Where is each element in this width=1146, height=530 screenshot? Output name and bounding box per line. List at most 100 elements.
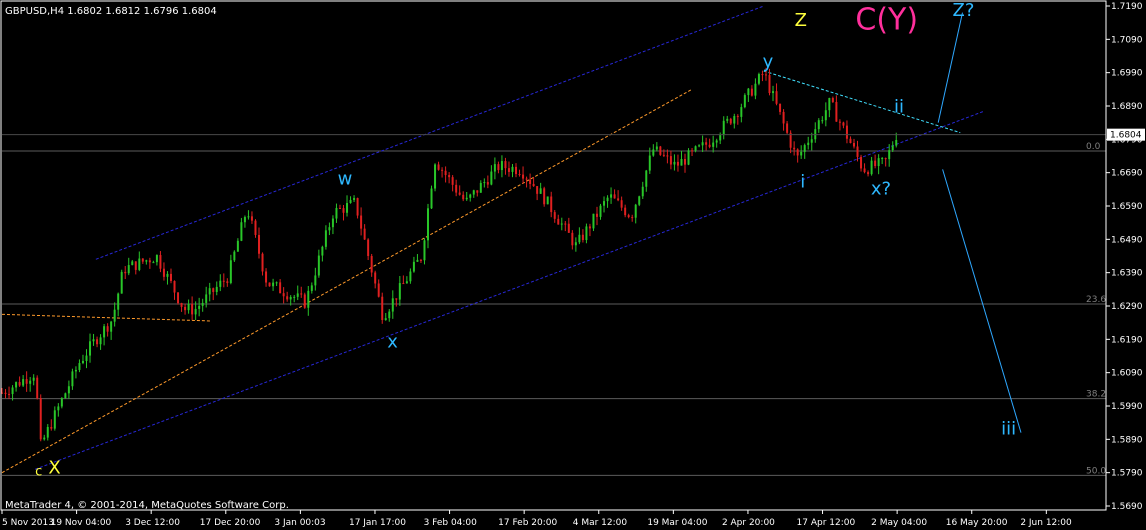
price-chart[interactable]: 0.0 23.6 38.2 50.0 C(Y) Z Z? y ii w i x? x iii Xc 1.7…: [0, 0, 1146, 530]
fib-level-label: 50.0: [1086, 466, 1106, 476]
candle-body: [106, 326, 109, 332]
candle-body: [444, 170, 447, 176]
fib-level-label: 38.2: [1086, 390, 1106, 400]
candle-body: [782, 111, 785, 124]
candle-body: [314, 275, 317, 286]
wave-label: Z?: [953, 0, 975, 21]
candle-body: [772, 91, 775, 94]
candle-body: [338, 207, 341, 209]
candle-body: [719, 135, 722, 141]
candle-body: [451, 177, 454, 185]
candle-body: [159, 255, 162, 269]
candle-body: [757, 74, 760, 84]
candle-body: [409, 271, 412, 282]
candle-body: [603, 201, 606, 206]
candle-body: [317, 255, 320, 276]
candle-body: [81, 360, 84, 364]
candle-body: [15, 382, 18, 388]
candle-body: [793, 147, 796, 150]
candle-body: [842, 122, 845, 126]
candle-body: [448, 175, 451, 178]
candle-body: [796, 149, 799, 156]
price-tick-label: 1.6090: [1111, 369, 1143, 379]
candle-body: [729, 118, 732, 124]
candle-body: [367, 239, 370, 256]
wave-label: iii: [1001, 418, 1016, 439]
candle-body: [655, 146, 658, 150]
candle-body: [402, 283, 405, 285]
time-tick-label: 3 Jan 00:03: [274, 518, 325, 528]
candle-body: [222, 280, 225, 282]
candle-body: [705, 142, 708, 145]
candle-body: [124, 271, 127, 274]
price-tick-label: 1.6290: [1111, 302, 1143, 312]
candle-body: [194, 308, 197, 315]
candle-body: [500, 161, 503, 171]
candle-body: [458, 192, 461, 195]
price-tick-label: 1.5690: [1111, 502, 1143, 512]
candle-body: [867, 172, 870, 175]
candle-body: [750, 88, 753, 96]
time-tick-label: 3 Feb 04:00: [424, 518, 478, 528]
candle-body: [606, 197, 609, 202]
time-tick-label: 4 Mar 12:00: [573, 518, 628, 528]
candle-body: [507, 168, 510, 172]
candle-body: [581, 234, 584, 241]
candle-body: [377, 283, 380, 297]
candle-body: [310, 285, 313, 291]
candle-body: [370, 255, 373, 273]
candle-body: [490, 171, 493, 185]
candle-body: [881, 158, 884, 160]
wave-label: X: [48, 457, 60, 478]
candle-body: [39, 398, 42, 440]
candle-body: [99, 337, 102, 345]
price-tick-label: 1.5790: [1111, 469, 1143, 479]
candle-body: [437, 164, 440, 170]
candle-body: [388, 311, 391, 319]
candle-body: [469, 194, 472, 198]
candle-body: [455, 184, 458, 193]
candle-body: [293, 296, 296, 298]
candle-body: [845, 125, 848, 139]
candle-body: [768, 74, 771, 94]
candle-body: [191, 303, 194, 315]
candle-body: [659, 146, 662, 155]
candle-body: [884, 158, 887, 160]
candle-body: [462, 194, 465, 200]
candle-body: [22, 379, 25, 386]
candle-body: [856, 146, 859, 157]
candle-body: [419, 259, 422, 261]
candle-body: [426, 208, 429, 241]
candle-body: [103, 326, 106, 338]
candle-body: [472, 190, 475, 195]
candle-body: [141, 258, 144, 262]
wave-label: x?: [871, 178, 891, 199]
candle-body: [180, 303, 183, 307]
candle-body: [138, 258, 141, 270]
candle-body: [405, 281, 408, 284]
candle-body: [286, 296, 289, 300]
candle-body: [155, 255, 158, 263]
candle-body: [680, 159, 683, 166]
candle-body: [110, 321, 113, 332]
candle-body: [212, 288, 215, 292]
candle-body: [525, 178, 528, 180]
candle-body: [113, 309, 116, 322]
candle-body: [578, 234, 581, 243]
candle-body: [145, 260, 148, 262]
candle-body: [303, 294, 306, 308]
candle-body: [268, 282, 271, 287]
candle-body: [564, 223, 567, 225]
candle-body: [574, 242, 577, 246]
candle-body: [662, 154, 665, 156]
candle-body: [754, 83, 757, 96]
candle-body: [874, 160, 877, 167]
candle-body: [684, 159, 687, 165]
candle-body: [546, 196, 549, 205]
candle-body: [261, 253, 264, 272]
candle-body: [529, 179, 532, 184]
candle-body: [779, 103, 782, 112]
candle-body: [187, 303, 190, 311]
time-tick-label: 17 Apr 12:00: [797, 518, 856, 528]
candle-body: [860, 156, 863, 169]
